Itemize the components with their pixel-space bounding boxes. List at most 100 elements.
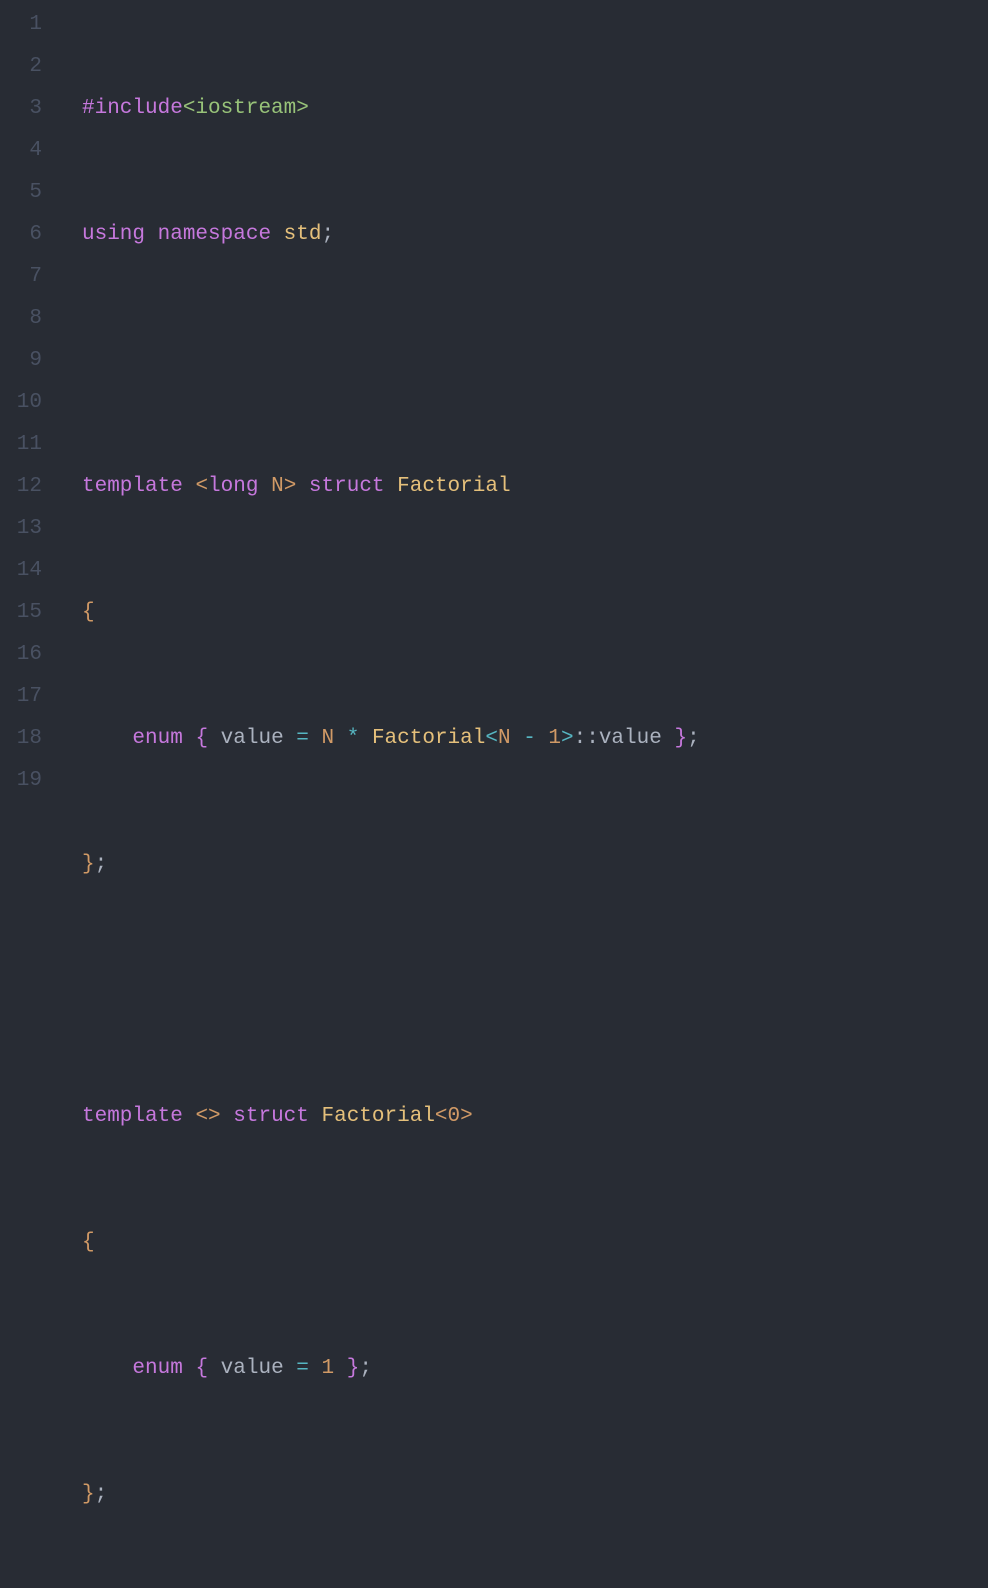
brace-close: } [347,1357,360,1380]
angle-open: < [485,727,498,750]
operator: = [296,727,309,750]
identifier: value [208,1357,296,1380]
space [145,223,158,246]
angle-close: > [561,727,574,750]
brace-close: } [82,1483,95,1506]
code-line[interactable]: enum { value = N * Factorial<N - 1>::val… [82,718,988,760]
code-editor[interactable]: 1 2 3 4 5 6 7 8 9 10 11 12 13 14 15 16 1… [0,0,988,794]
line-number: 12 [0,466,42,508]
space [183,1105,196,1128]
punct: ; [321,223,334,246]
angle-close: > [208,1105,221,1128]
code-line[interactable]: }; [82,1474,988,1516]
punct: ; [687,727,700,750]
operator: - [523,727,536,750]
number: 0 [448,1105,461,1128]
keyword: template [82,475,183,498]
space [309,727,322,750]
punct: ; [359,1357,372,1380]
identifier: value [208,727,296,750]
line-number: 3 [0,88,42,130]
punct: ; [95,853,108,876]
code-line[interactable]: using namespace std; [82,214,988,256]
space [359,727,372,750]
indent [82,727,132,750]
line-number: 4 [0,130,42,172]
type-name: Factorial [372,727,485,750]
code-line[interactable] [82,970,988,1012]
keyword: enum [132,1357,182,1380]
type-name: Factorial [322,1105,435,1128]
tparam: N [322,727,335,750]
line-number: 13 [0,508,42,550]
punct: ; [95,1483,108,1506]
space [183,1357,196,1380]
space [334,1357,347,1380]
space [183,475,196,498]
include-path: <iostream> [183,97,309,120]
code-line[interactable]: enum { value = 1 }; [82,1348,988,1390]
identifier: std [284,223,322,246]
space [183,727,196,750]
space [334,727,347,750]
code-line[interactable]: { [82,1222,988,1264]
brace-close: } [82,853,95,876]
space [258,475,271,498]
space [385,475,398,498]
space [221,1105,234,1128]
type: long [208,475,258,498]
keyword: struct [309,475,385,498]
space [309,1105,322,1128]
tparam: N [498,727,511,750]
line-number: 10 [0,382,42,424]
keyword: using [82,223,145,246]
tparam: N [271,475,284,498]
line-number: 19 [0,760,42,802]
keyword: template [82,1105,183,1128]
operator: = [296,1357,309,1380]
line-number: 14 [0,550,42,592]
code-line[interactable]: #include<iostream> [82,88,988,130]
line-number: 11 [0,424,42,466]
line-number: 5 [0,172,42,214]
line-number: 1 [0,4,42,46]
line-number: 2 [0,46,42,88]
preprocessor: #include [82,97,183,120]
line-number-gutter: 1 2 3 4 5 6 7 8 9 10 11 12 13 14 15 16 1… [0,0,60,794]
brace-open: { [195,727,208,750]
angle-open: < [195,1105,208,1128]
space [271,223,284,246]
number: 1 [548,727,561,750]
code-line[interactable]: }; [82,844,988,886]
code-line[interactable]: template <long N> struct Factorial [82,466,988,508]
brace-open: { [195,1357,208,1380]
line-number: 6 [0,214,42,256]
keyword: struct [233,1105,309,1128]
code-line[interactable] [82,340,988,382]
line-number: 7 [0,256,42,298]
line-number: 9 [0,340,42,382]
code-area[interactable]: #include<iostream> using namespace std; … [60,0,988,794]
angle-close: > [460,1105,473,1128]
angle-open: < [435,1105,448,1128]
angle-open: < [195,475,208,498]
number: 1 [322,1357,335,1380]
keyword: namespace [158,223,271,246]
space [536,727,549,750]
line-number: 16 [0,634,42,676]
brace-open: { [82,601,95,624]
code-line[interactable]: { [82,592,988,634]
keyword: enum [132,727,182,750]
space [296,475,309,498]
space [511,727,524,750]
type-name: Factorial [397,475,510,498]
identifier: ::value [574,727,675,750]
line-number: 15 [0,592,42,634]
space [309,1357,322,1380]
brace-close: } [674,727,687,750]
operator: * [347,727,360,750]
line-number: 18 [0,718,42,760]
brace-open: { [82,1231,95,1254]
code-line[interactable]: template <> struct Factorial<0> [82,1096,988,1138]
line-number: 17 [0,676,42,718]
